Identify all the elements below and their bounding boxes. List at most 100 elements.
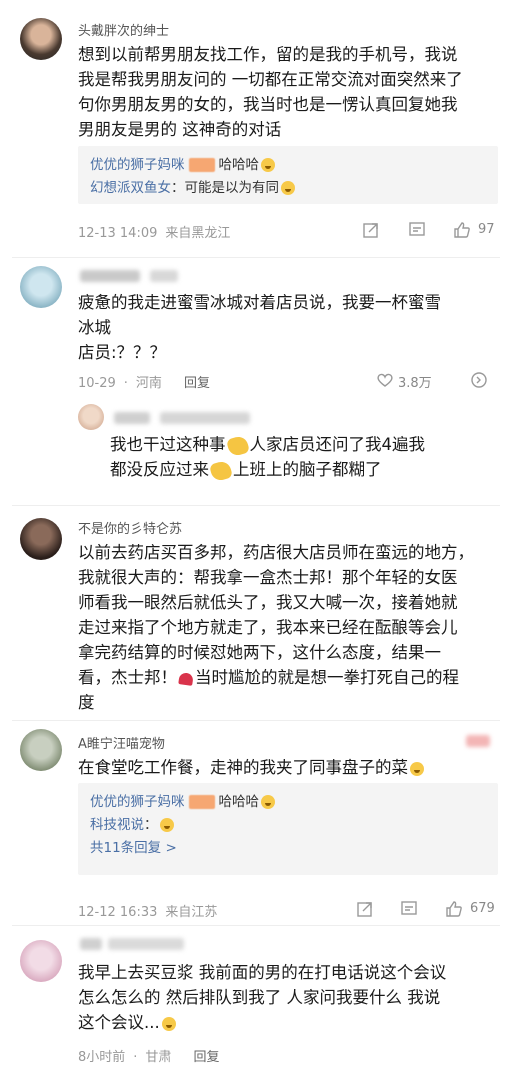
reply-separator: ： [171,180,185,196]
share-icon[interactable] [362,221,380,239]
text-segment: 上班上的脑子都糊了 [233,460,382,479]
comment-location: 河南 [135,376,162,391]
redaction-mark [466,735,490,747]
share-icon[interactable] [356,900,374,918]
comment-line: 男朋友是男的 这神奇的对话 [78,120,282,139]
comment-line: 冰城 [78,318,111,337]
reply-separator: ： [144,817,158,833]
broken-heart-icon [178,671,194,686]
replies-box[interactable]: 优优的狮子妈咪 哈哈哈 幻想派双鱼女：可能是以为有同 [78,146,498,204]
text-segment: 看，杰士邦！ [78,668,177,687]
reply-author[interactable]: 科技视说 [90,817,144,833]
comment-icon[interactable] [400,900,418,918]
nested-avatar[interactable] [78,404,104,430]
blurred-username [80,938,102,950]
avatar[interactable] [20,729,62,771]
reply-item[interactable]: 优优的狮子妈咪 哈哈哈 [90,791,486,814]
comment-line: 都没反应过来 上班上的脑子都糊了 [110,457,500,482]
meta-dot: · [123,376,128,391]
replies-box[interactable]: 优优的狮子妈咪 哈哈哈 科技视说： 共11条回复 > [78,783,498,875]
reply-text: 哈哈哈 [218,157,260,173]
redaction-mark [188,795,215,809]
comment-line: 师看我一眼然后就低头了，我又大喊一次，接着她就 [78,593,458,612]
comment-2: 疲惫的我走进蜜雪冰城对着店员说，我要一杯蜜雪 冰城 店员:？？？ 10-29 · 河… [0,258,512,508]
comment-meta: 12-13 14:09 来自黑龙江 [78,222,238,241]
reply-button[interactable]: 回复 [184,376,210,391]
smirk-emoji-icon [410,761,424,776]
comment-text: 在食堂吃工作餐，走神的我夹了同事盘子的菜 [78,755,498,780]
comment-username[interactable]: 头戴胖次的绅士 [78,20,169,39]
reply-author[interactable]: 优优的狮子妈咪 [90,794,185,810]
comment-line: 看，杰士邦！ 当时尴尬的就是想一拳打死自己的程 [78,665,503,690]
reply-item[interactable]: 科技视说： [90,814,486,837]
redaction-mark [188,158,215,172]
reply-item[interactable]: 优优的狮子妈咪 哈哈哈 [90,154,486,177]
view-all-replies-link[interactable]: 共11条回复 > [90,837,486,860]
comment-line: 店员:？？？ [78,343,167,362]
comment-username[interactable]: 不是你的彡特仑苏 [78,518,182,537]
comment-username[interactable]: A睢宁汪喵宠物 [78,733,165,752]
text-segment: 人家店员还问了我4遍我 [249,435,426,454]
facepalm-emoji-icon [225,434,250,457]
text-segment: 在食堂吃工作餐，走神的我夹了同事盘子的菜 [78,758,408,777]
comment-line: 以前去药店买百多邦，药店很大店员师在蛮远的地方， [78,543,474,562]
nested-reply-text: 我也干过这种事 人家店员还问了我4遍我 都没反应过来 上班上的脑子都糊了 [110,432,500,482]
comment-time: 12-12 16:33 [78,905,158,920]
comment-text: 以前去药店买百多邦，药店很大店员师在蛮远的地方， 我就很大声的：帮我拿一盒杰士邦… [78,540,503,715]
like-count: 3.8万 [398,376,432,391]
comment-line: 句你男朋友男的女的，我当时也是一愣认真回复她我 [78,95,458,114]
comment-line: 这个会议... [78,1010,503,1035]
comment-location: 来自江苏 [165,905,218,920]
comment-location: 来自黑龙江 [165,226,231,241]
avatar[interactable] [20,940,62,982]
comment-text: 我早上去买豆浆 我前面的男的在打电话说这个会议 怎么怎么的 然后排队到我了 人家… [78,960,503,1035]
comment-line: 拿完药结算的时候怼她两下，这什么态度，结果一 [78,643,441,662]
comment-3: 不是你的彡特仑苏 以前去药店买百多邦，药店很大店员师在蛮远的地方， 我就很大声的… [0,506,512,721]
blurred-username [114,412,150,424]
like-count: 97 [478,222,495,237]
comment-line: 我也干过这种事 人家店员还问了我4遍我 [110,432,500,457]
comment-time: 10-29 [78,376,116,391]
comment-4: A睢宁汪喵宠物 在食堂吃工作餐，走神的我夹了同事盘子的菜 优优的狮子妈咪 哈哈哈 … [0,721,512,926]
comment-meta: 12-12 16:33 来自江苏 [78,901,225,920]
comment-line: 走过来指了个地方就走了，我本来已经在酝酿等会儿 [78,618,458,637]
comment-line: 我是帮我男朋友问的 一切都在正常交流对面突然来了 [78,70,463,89]
comment-icon[interactable] [408,221,426,239]
comment-text: 疲惫的我走进蜜雪冰城对着店员说，我要一杯蜜雪 冰城 店员:？？？ [78,290,498,365]
blurred-username [150,270,178,282]
comment-time: 12-13 14:09 [78,226,158,241]
comment-text: 想到以前帮男朋友找工作，留的是我的手机号，我说 我是帮我男朋友问的 一切都在正常… [78,42,498,142]
avatar[interactable] [20,518,62,560]
avatar[interactable] [20,266,62,308]
blurred-username [108,938,184,950]
comment-line: 怎么怎么的 然后排队到我了 人家问我要什么 我说 [78,988,441,1007]
comment-meta: 10-29 · 河南 回复 [78,372,218,391]
text-segment: 当时尴尬的就是想一拳打死自己的程 [195,668,459,687]
comment-line: 我早上去买豆浆 我前面的男的在打电话说这个会议 [78,963,447,982]
reply-button[interactable]: 回复 [193,1050,219,1065]
facepalm-emoji-icon [209,459,233,482]
reply-text: 可能是以为有同 [184,180,280,196]
comment-1: 头戴胖次的绅士 想到以前帮男朋友找工作，留的是我的手机号，我说 我是帮我男朋友问… [0,0,512,255]
blurred-username [160,412,250,424]
reply-author[interactable]: 幻想派双鱼女 [90,180,171,196]
laugh-cry-emoji-icon [161,1016,176,1031]
comment-meta: 8小时前 · 甘肃 回复 [78,1046,227,1065]
heart-icon[interactable] [376,372,394,388]
laugh-emoji-icon [261,158,275,172]
reply-author[interactable]: 优优的狮子妈咪 [90,157,185,173]
reply-item[interactable]: 幻想派双鱼女：可能是以为有同 [90,177,486,200]
laugh-emoji-icon [261,795,275,809]
laugh-emoji-icon [159,818,174,832]
text-segment: 这个会议... [78,1013,160,1032]
avatar[interactable] [20,18,62,60]
comment-5: 我早上去买豆浆 我前面的男的在打电话说这个会议 怎么怎么的 然后排队到我了 人家… [0,926,512,1080]
like-icon[interactable] [452,220,472,240]
comment-line: 度 [78,693,95,712]
comment-location: 甘肃 [145,1050,172,1065]
like-icon[interactable] [444,899,464,919]
comment-line: 想到以前帮男朋友找工作，留的是我的手机号，我说 [78,45,458,64]
smirk-emoji-icon [281,181,295,195]
blurred-username [80,270,140,282]
more-options-icon[interactable] [470,371,488,389]
